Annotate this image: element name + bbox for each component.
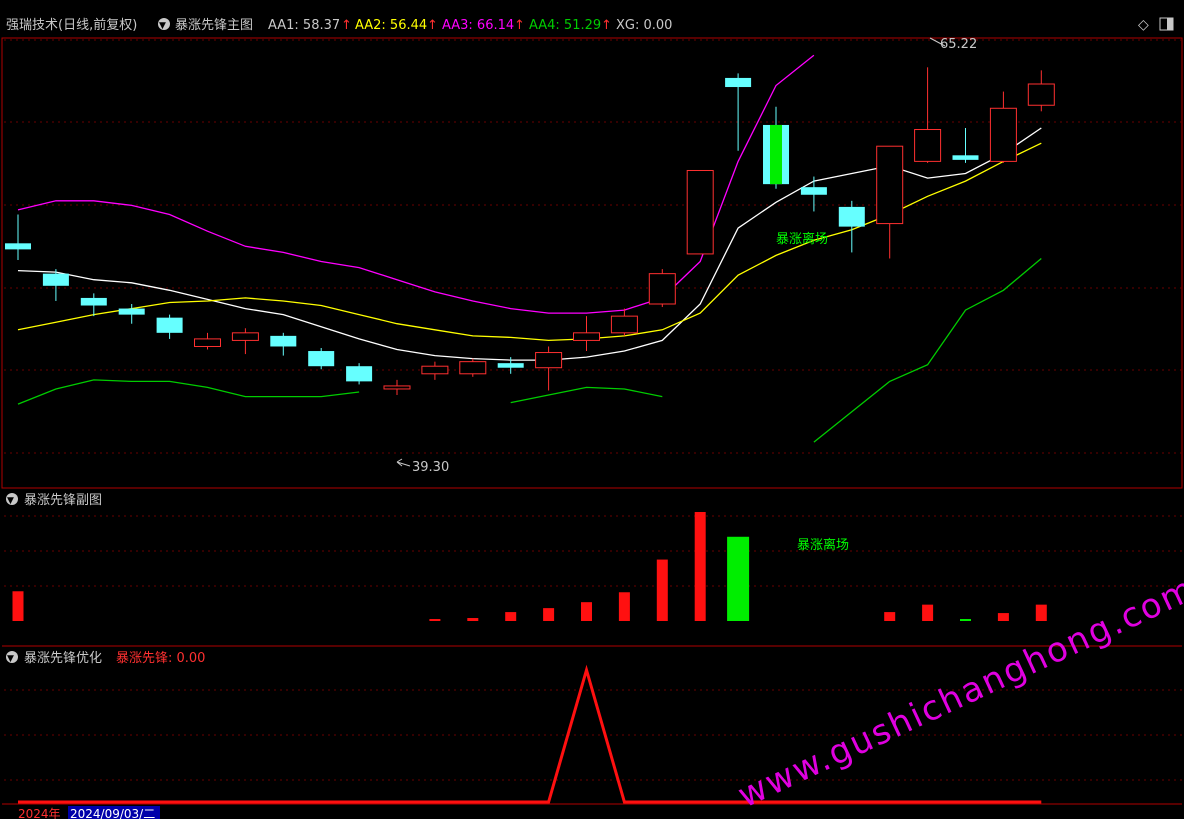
opt-chart-title[interactable]: 暴涨先锋优化 xyxy=(24,651,102,666)
main-panel-frame xyxy=(1,37,1183,489)
low-annotation: 39.30 xyxy=(412,460,449,475)
window-toggle-icon-fill xyxy=(1167,18,1173,30)
watermark: www.gushichanghong.com xyxy=(732,569,1184,817)
opt-value-label: 暴涨先锋: 0.00 xyxy=(116,651,205,666)
candle-body xyxy=(800,187,827,195)
opt-chevron-glyph: ▼ xyxy=(7,654,14,664)
candle-body xyxy=(610,315,638,334)
sub-bar xyxy=(581,602,592,621)
candle-body xyxy=(383,385,411,390)
candle-body xyxy=(876,145,904,225)
sub-signal-label: 暴涨离场 xyxy=(797,537,849,553)
xg-label: XG: 0.00 xyxy=(616,18,672,33)
indicator-lines xyxy=(17,54,1042,443)
aa4-up-arrow-icon: ↑ xyxy=(601,18,612,33)
candle-body xyxy=(308,351,335,367)
sub-bar xyxy=(505,612,517,621)
series-line-aa4 xyxy=(17,258,1042,443)
aa4-label: AA4: 51.29 xyxy=(529,18,601,33)
sub-bar xyxy=(429,619,441,621)
candle-body xyxy=(459,361,487,375)
sub-chart-bars[interactable] xyxy=(12,512,1047,621)
sub-chevron-glyph: ▼ xyxy=(7,496,14,506)
sub-bar xyxy=(922,604,934,621)
candle-body xyxy=(535,352,563,369)
candle-body xyxy=(346,366,373,382)
candle-body xyxy=(914,129,942,162)
sub-bar xyxy=(727,536,750,621)
candle-body xyxy=(5,243,31,250)
aa1-up-arrow-icon: ↑ xyxy=(341,18,352,33)
candle-body xyxy=(1027,83,1055,106)
main-signal-label: 暴涨离场 xyxy=(776,231,828,247)
candle-body xyxy=(421,365,449,375)
sub-bar xyxy=(656,559,668,621)
sub-chart-title[interactable]: 暴涨先锋副图 xyxy=(24,493,102,508)
signal-bar xyxy=(770,124,782,185)
aa2-label: AA2: 56.44 xyxy=(355,18,427,33)
sub-bar xyxy=(467,618,479,621)
sub-bar xyxy=(960,619,971,621)
sub-bar xyxy=(12,591,24,621)
candlesticks[interactable] xyxy=(5,67,1055,396)
candle-body xyxy=(725,77,752,88)
candle-body xyxy=(80,297,107,306)
candle-body xyxy=(194,338,221,347)
sub-bar xyxy=(543,608,555,621)
candle-body xyxy=(686,169,714,255)
candle-body xyxy=(270,335,297,347)
candle-body xyxy=(648,273,676,305)
candle-body xyxy=(42,273,69,286)
candle-body xyxy=(118,308,145,315)
chart-canvas: 强瑞技术(日线,前复权) ▼ 暴涨先锋主图 AA1: 58.37 ↑ AA2: … xyxy=(1,17,1184,819)
candle-body xyxy=(231,332,259,341)
aa1-label: AA1: 58.37 xyxy=(268,18,340,33)
candle-body xyxy=(497,363,524,368)
candle-body xyxy=(838,206,865,227)
main-indicator-name[interactable]: 暴涨先锋主图 xyxy=(175,18,253,33)
aa3-up-arrow-icon: ↑ xyxy=(514,18,525,33)
aa3-label: AA3: 66.14 xyxy=(442,18,514,33)
candle-body xyxy=(156,317,183,333)
footer-date: 2024/09/03/二 xyxy=(70,807,155,819)
low-pointer xyxy=(396,458,411,467)
candle-body xyxy=(952,155,979,160)
sub-bar xyxy=(997,613,1009,621)
main-chart-title: 强瑞技术(日线,前复权) xyxy=(6,17,137,33)
candle-body xyxy=(989,107,1017,162)
diamond-icon[interactable]: ◇ xyxy=(1138,17,1149,33)
candle-body xyxy=(573,332,600,341)
sub-bar xyxy=(884,612,896,621)
high-annotation: 65.22 xyxy=(940,37,977,52)
footer-year: 2024年 xyxy=(18,807,61,819)
aa2-up-arrow-icon: ↑ xyxy=(427,18,438,33)
chevron-glyph: ▼ xyxy=(159,21,166,31)
sub-bar xyxy=(1035,604,1047,621)
sub-bar xyxy=(694,512,706,621)
sub-bar xyxy=(618,592,630,621)
